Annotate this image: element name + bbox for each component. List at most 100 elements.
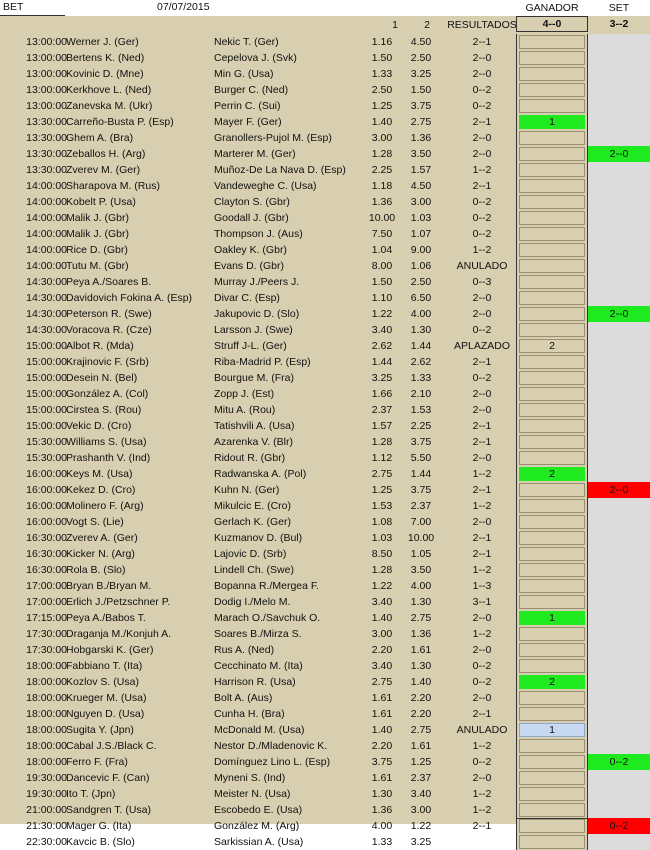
result-cell[interactable]: 1--2 <box>447 242 517 258</box>
result-cell[interactable]: 1--2 <box>447 466 517 482</box>
player2-cell[interactable]: Min G. (Usa) <box>214 66 364 82</box>
odds2-cell[interactable]: 3.50 <box>405 146 437 162</box>
ganador-cell[interactable] <box>516 34 588 50</box>
player2-cell[interactable]: Kuhn N. (Ger) <box>214 482 364 498</box>
player2-cell[interactable]: Dodig I./Melo M. <box>214 594 364 610</box>
set-cell[interactable]: 2--0 <box>588 482 650 498</box>
set-cell[interactable] <box>588 34 650 50</box>
player2-cell[interactable]: Domínguez Lino L. (Esp) <box>214 754 364 770</box>
odds2-cell[interactable]: 1.44 <box>405 338 437 354</box>
ganador-cell[interactable]: 2 <box>516 466 588 482</box>
odds2-cell[interactable]: 4.00 <box>405 578 437 594</box>
ganador-cell[interactable] <box>516 690 588 706</box>
time-cell[interactable]: 15:00:00 <box>15 386 67 402</box>
result-cell[interactable]: 2--1 <box>447 546 517 562</box>
result-cell[interactable]: ANULADO <box>447 722 517 738</box>
result-cell[interactable]: 2--1 <box>447 178 517 194</box>
odds2-cell[interactable]: 1.03 <box>405 210 437 226</box>
result-cell[interactable]: 0--2 <box>447 82 517 98</box>
ganador-cell[interactable] <box>516 482 588 498</box>
player1-cell[interactable]: Kozlov S. (Usa) <box>66 674 211 690</box>
time-cell[interactable]: 13:00:00 <box>15 98 67 114</box>
odds1-cell[interactable]: 1.61 <box>366 706 398 722</box>
set-cell[interactable] <box>588 130 650 146</box>
set-cell[interactable] <box>588 642 650 658</box>
set-cell[interactable] <box>588 802 650 818</box>
set-cell[interactable] <box>588 546 650 562</box>
player2-cell[interactable]: González M. (Arg) <box>214 818 364 834</box>
player2-cell[interactable]: Cecchinato M. (Ita) <box>214 658 364 674</box>
bet-label[interactable]: BET <box>0 0 65 16</box>
result-cell[interactable]: 2--0 <box>447 146 517 162</box>
time-cell[interactable]: 16:00:00 <box>15 466 67 482</box>
ganador-cell[interactable] <box>516 546 588 562</box>
result-cell[interactable]: 1--2 <box>447 738 517 754</box>
set-cell[interactable] <box>588 706 650 722</box>
result-cell[interactable] <box>447 834 517 850</box>
ganador-cell[interactable] <box>516 290 588 306</box>
odds2-cell[interactable]: 2.75 <box>405 114 437 130</box>
set-cell[interactable] <box>588 786 650 802</box>
odds1-cell[interactable]: 1.53 <box>366 498 398 514</box>
time-cell[interactable]: 13:30:00 <box>15 114 67 130</box>
player1-cell[interactable]: Rice D. (Gbr) <box>66 242 211 258</box>
ganador-cell[interactable]: 1 <box>516 610 588 626</box>
set-cell[interactable] <box>588 466 650 482</box>
ganador-cell[interactable] <box>516 130 588 146</box>
odds1-cell[interactable]: 1.28 <box>366 434 398 450</box>
result-cell[interactable]: 2--1 <box>447 706 517 722</box>
player1-cell[interactable]: Zanevska M. (Ukr) <box>66 98 211 114</box>
player2-cell[interactable]: Struff J-L. (Ger) <box>214 338 364 354</box>
odds1-cell[interactable]: 1.40 <box>366 722 398 738</box>
player1-cell[interactable]: Cirstea S. (Rou) <box>66 402 211 418</box>
ganador-cell[interactable] <box>516 418 588 434</box>
set-cell[interactable] <box>588 674 650 690</box>
set-cell[interactable] <box>588 226 650 242</box>
result-cell[interactable]: 0--2 <box>447 754 517 770</box>
result-cell[interactable]: 1--2 <box>447 162 517 178</box>
set-cell[interactable] <box>588 562 650 578</box>
odds2-cell[interactable]: 7.00 <box>405 514 437 530</box>
set-cell[interactable] <box>588 610 650 626</box>
odds2-cell[interactable]: 5.50 <box>405 450 437 466</box>
odds1-cell[interactable]: 1.10 <box>366 290 398 306</box>
ganador-cell[interactable] <box>516 226 588 242</box>
set-cell[interactable] <box>588 338 650 354</box>
result-cell[interactable]: 2--0 <box>447 306 517 322</box>
time-cell[interactable]: 19:30:00 <box>15 770 67 786</box>
result-cell[interactable]: 2--1 <box>447 818 517 834</box>
result-cell[interactable]: 0--2 <box>447 210 517 226</box>
ganador-cell[interactable] <box>516 50 588 66</box>
result-cell[interactable]: 2--0 <box>447 450 517 466</box>
result-cell[interactable]: 1--2 <box>447 802 517 818</box>
odds1-cell[interactable]: 1.57 <box>366 418 398 434</box>
set-cell[interactable] <box>588 690 650 706</box>
player2-cell[interactable]: Mayer F. (Ger) <box>214 114 364 130</box>
ganador-cell[interactable] <box>516 770 588 786</box>
ganador-cell[interactable] <box>516 738 588 754</box>
result-cell[interactable]: 2--1 <box>447 34 517 50</box>
player1-cell[interactable]: Ferro F. (Fra) <box>66 754 211 770</box>
player2-cell[interactable]: Riba-Madrid P. (Esp) <box>214 354 364 370</box>
ganador-cell[interactable] <box>516 82 588 98</box>
player2-cell[interactable]: Oakley K. (Gbr) <box>214 242 364 258</box>
odds2-cell[interactable]: 1.07 <box>405 226 437 242</box>
ganador-cell[interactable] <box>516 66 588 82</box>
set-cell[interactable] <box>588 514 650 530</box>
time-cell[interactable]: 13:00:00 <box>15 34 67 50</box>
odds2-cell[interactable]: 1.33 <box>405 370 437 386</box>
odds1-cell[interactable]: 1.33 <box>366 834 398 850</box>
player1-cell[interactable]: Draganja M./Konjuh A. <box>66 626 211 642</box>
set-cell[interactable] <box>588 162 650 178</box>
player1-cell[interactable]: Peya A./Soares B. <box>66 274 211 290</box>
odds2-cell[interactable]: 2.62 <box>405 354 437 370</box>
time-cell[interactable]: 17:30:00 <box>15 642 67 658</box>
set-cell[interactable] <box>588 274 650 290</box>
set-cell[interactable]: 2--0 <box>588 306 650 322</box>
odds2-cell[interactable]: 1.36 <box>405 130 437 146</box>
ganador-cell[interactable]: 2 <box>516 338 588 354</box>
odds2-cell[interactable]: 2.75 <box>405 722 437 738</box>
time-cell[interactable]: 18:00:00 <box>15 674 67 690</box>
odds2-cell[interactable]: 2.37 <box>405 770 437 786</box>
player2-cell[interactable]: Mikulcic E. (Cro) <box>214 498 364 514</box>
